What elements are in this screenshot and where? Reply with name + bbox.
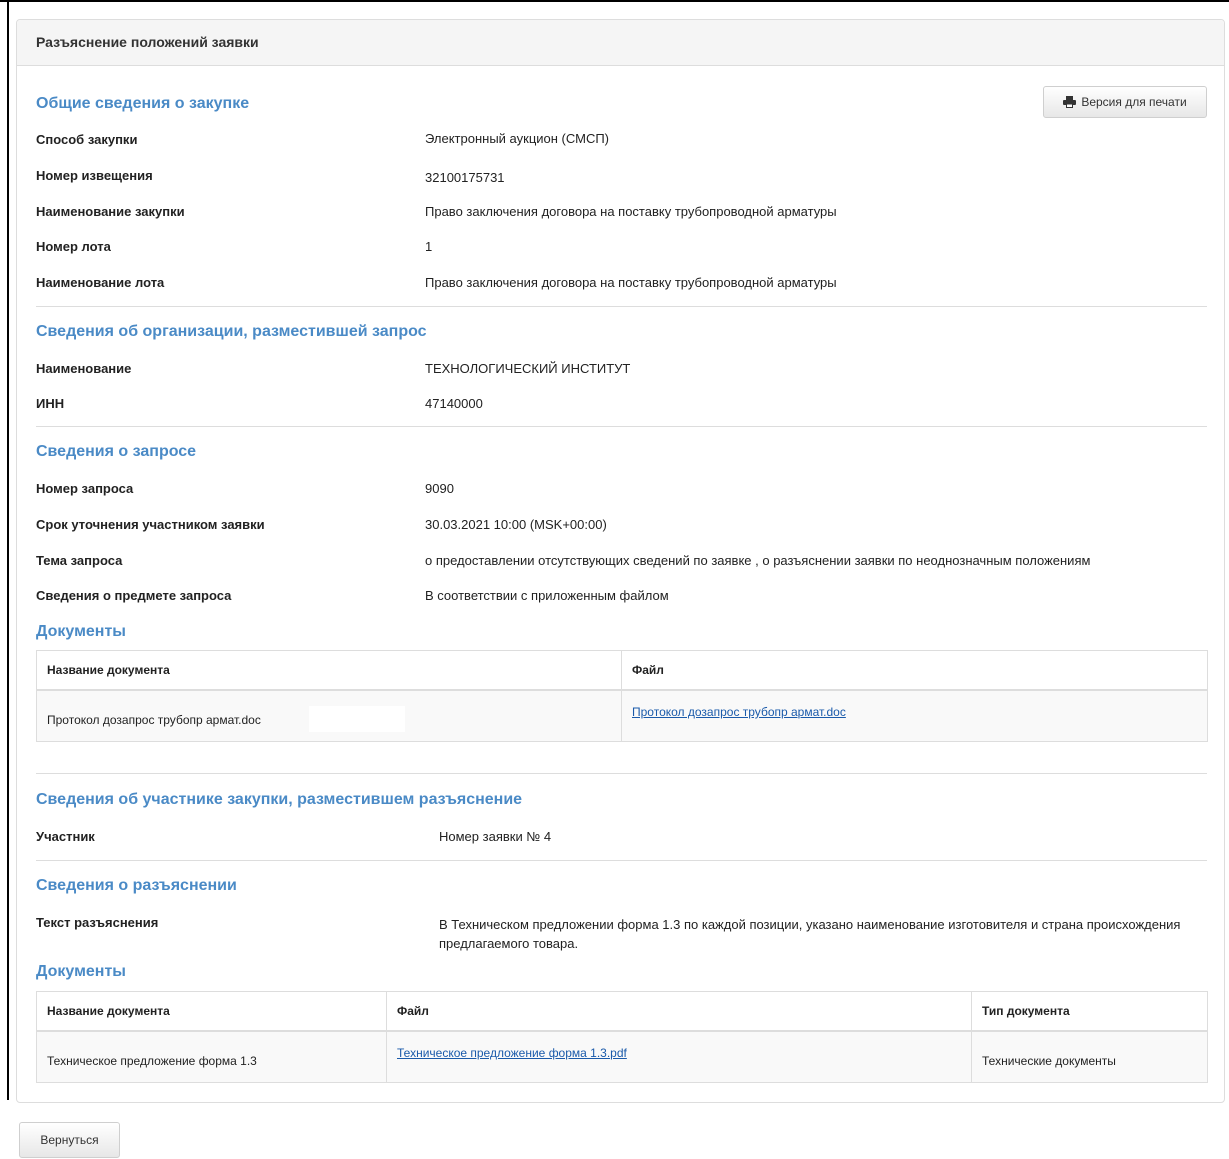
organization-name-value: ТЕХНОЛОГИЧЕСКИЙ ИНСТИТУТ <box>425 361 631 376</box>
document-file-link[interactable]: Техническое предложение форма 1.3.pdf <box>397 1046 971 1060</box>
request-number-label: Номер запроса <box>36 481 134 496</box>
topic-value: о предоставлении отсутствующих сведений … <box>425 553 1091 568</box>
subject-label: Сведения о предмете запроса <box>36 588 232 603</box>
table-header-row: Название документа Файл Тип документа <box>36 991 1208 1032</box>
document-type-cell: Технические документы <box>971 1030 1208 1083</box>
procurement-heading: Общие сведения о закупке <box>36 95 250 112</box>
deadline-label: Срок уточнения участником заявки <box>36 517 265 532</box>
document-type: Технические документы <box>982 1054 1116 1068</box>
panel-title: Разъяснение положений заявки <box>36 34 259 50</box>
subject-value: В соответствии с приложенным файлом <box>425 588 669 603</box>
window-left-border <box>7 0 9 1100</box>
request-docs-heading: Документы <box>36 623 126 640</box>
file-cell: Протокол дозапрос трубопр армат.doc <box>621 689 1208 742</box>
print-version-button[interactable]: Версия для печати <box>1043 86 1207 118</box>
divider <box>36 860 1207 861</box>
organization-name-label: Наименование <box>36 361 132 376</box>
topic-label: Тема запроса <box>36 553 123 568</box>
lot-name-label: Наименование лота <box>36 275 165 290</box>
divider <box>36 306 1207 307</box>
document-name: Техническое предложение форма 1.3 <box>47 1054 257 1068</box>
participant-value: Номер заявки № 4 <box>439 829 552 844</box>
print-version-label: Версия для печати <box>1081 95 1187 109</box>
clarification-text-label: Текст разъяснения <box>36 915 159 930</box>
inn-label: ИНН <box>36 396 65 411</box>
inn-value: 47140000 <box>425 396 483 411</box>
participant-label: Участник <box>36 829 95 844</box>
organization-heading: Сведения об организации, разместившей за… <box>36 323 427 340</box>
document-name-cell: Техническое предложение форма 1.3 <box>36 1030 387 1083</box>
procurement-name-label: Наименование закупки <box>36 204 185 219</box>
method-value: Электронный аукцион (СМСП) <box>425 131 610 146</box>
table-row: Протокол дозапрос трубопр армат.doc Прот… <box>36 689 1208 742</box>
clarification-heading: Сведения о разъяснении <box>36 877 237 894</box>
request-number-value: 9090 <box>425 481 454 496</box>
column-header: Название документа <box>36 991 387 1032</box>
participant-heading: Сведения об участнике закупки, разместив… <box>36 791 523 808</box>
printer-icon <box>1063 96 1077 108</box>
clarification-docs-heading: Документы <box>36 963 126 980</box>
deadline-value: 30.03.2021 10:00 (MSK+00:00) <box>425 517 607 532</box>
divider <box>36 773 1207 774</box>
table-row: Техническое предложение форма 1.3 Технич… <box>36 1030 1208 1083</box>
lot-number-value: 1 <box>425 239 433 254</box>
document-file-link[interactable]: Протокол дозапрос трубопр армат.doc <box>632 705 1207 719</box>
clarification-text-value: В Техническом предложении форма 1.3 по к… <box>439 917 1181 951</box>
notice-value: 32100175731 <box>425 170 505 185</box>
window-top-border <box>0 0 1229 2</box>
table-header-row: Название документа Файл <box>36 650 1208 691</box>
lot-number-label: Номер лота <box>36 239 111 254</box>
procurement-name-value: Право заключения договора на поставку тр… <box>425 204 837 219</box>
panel-header: Разъяснение положений заявки <box>17 20 1224 66</box>
column-header: Файл <box>386 991 972 1032</box>
notice-label: Номер извещения <box>36 168 153 183</box>
column-header: Файл <box>621 650 1208 691</box>
redacted-block <box>308 705 405 732</box>
divider <box>36 426 1207 427</box>
file-cell: Техническое предложение форма 1.3.pdf <box>386 1030 972 1083</box>
lot-name-value: Право заключения договора на поставку тр… <box>425 275 837 290</box>
document-name: Протокол дозапрос трубопр армат.doc <box>47 713 261 727</box>
back-button[interactable]: Вернуться <box>19 1122 120 1158</box>
column-header: Тип документа <box>971 991 1208 1032</box>
column-header: Название документа <box>36 650 622 691</box>
method-label: Способ закупки <box>36 132 138 147</box>
document-name-cell: Протокол дозапрос трубопр армат.doc <box>36 689 622 742</box>
clarification-documents-table: Название документа Файл Тип документа Те… <box>36 991 1208 1083</box>
request-heading: Сведения о запросе <box>36 443 197 460</box>
request-documents-table: Название документа Файл Протокол дозапро… <box>36 650 1208 742</box>
clarification-panel: Разъяснение положений заявки Версия для … <box>16 19 1225 1103</box>
